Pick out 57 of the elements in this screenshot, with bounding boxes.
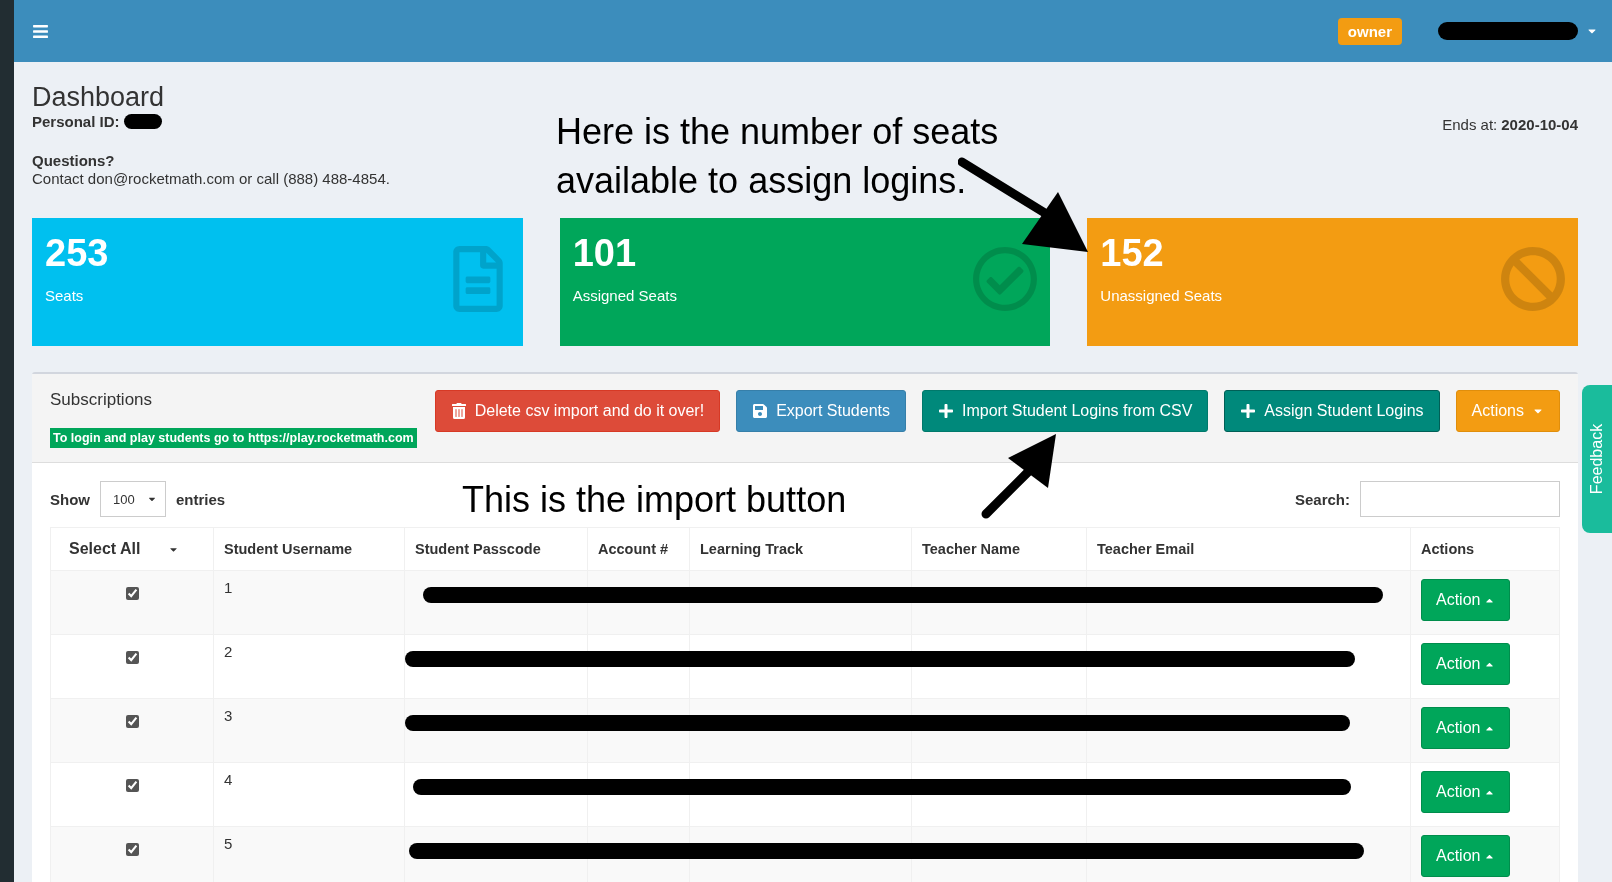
stat-value: 101	[572, 232, 637, 275]
end-date-label: Ends at:	[1442, 116, 1498, 133]
role-badge: owner	[1337, 17, 1402, 45]
column-header: Teacher Email	[1086, 527, 1411, 571]
save-icon	[752, 403, 769, 419]
column-header: Teacher Name	[911, 527, 1087, 571]
table-cell: 4	[224, 771, 233, 788]
action-button[interactable]: Action	[1421, 835, 1511, 877]
table-cell: 3	[224, 707, 233, 724]
row-checkbox[interactable]	[125, 587, 139, 600]
column-header: Student Passcode	[404, 527, 588, 571]
entries-label: entries	[176, 490, 226, 508]
show-label: Show	[50, 490, 90, 508]
page-size-select[interactable]: 100	[100, 481, 166, 517]
export-button[interactable]: Export Students	[736, 390, 906, 432]
trash-icon	[450, 403, 467, 419]
column-header: Account #	[587, 527, 690, 571]
table-cell: 2	[224, 643, 233, 660]
end-date: 2020-10-04	[1501, 116, 1578, 133]
stat-value: 253	[45, 232, 109, 275]
plus-icon	[938, 403, 954, 419]
action-button[interactable]: Action	[1421, 707, 1511, 749]
redaction-mark	[123, 114, 162, 129]
row-checkbox[interactable]	[125, 651, 139, 664]
search-label: Search:	[1294, 490, 1350, 508]
import-button[interactable]: Import Student Logins from CSV	[922, 390, 1209, 432]
search-field[interactable]	[1360, 481, 1560, 517]
annotation-text: This is the import button	[462, 478, 847, 522]
assign-button[interactable]: Assign Student Logins	[1224, 390, 1440, 432]
stat-label: Unassigned Seats	[1100, 287, 1223, 304]
menu-icon[interactable]	[32, 22, 49, 40]
column-header: Actions	[1410, 527, 1560, 571]
feedback-tab[interactable]: Feedback	[1582, 385, 1612, 533]
personal-id-label: Personal ID:	[32, 113, 120, 130]
ban-icon	[1500, 246, 1566, 312]
page-title: Dashboard	[32, 82, 166, 113]
row-checkbox[interactable]	[125, 779, 139, 792]
questions-heading: Questions?	[32, 152, 115, 169]
row-checkbox[interactable]	[125, 843, 139, 856]
plus-icon	[1240, 403, 1257, 419]
table-cell: 1	[224, 579, 233, 596]
action-button[interactable]: Action	[1421, 771, 1511, 813]
stat-value: 152	[1100, 232, 1164, 275]
stat-label: Assigned Seats	[572, 287, 677, 304]
column-header: Student Username	[213, 527, 405, 571]
action-button[interactable]: Action	[1421, 643, 1511, 685]
action-button[interactable]: Action	[1421, 579, 1511, 621]
annotation-text: Here is the number of seats available to assign logins.	[556, 110, 1000, 203]
row-checkbox[interactable]	[125, 715, 139, 728]
stat-label: Seats	[45, 287, 84, 304]
table-cell: 5	[224, 835, 233, 852]
column-header: Learning Track	[689, 527, 912, 571]
dropdown-button[interactable]: Actions	[1455, 390, 1560, 432]
panel-title: Subscriptions	[50, 390, 153, 410]
delete-button[interactable]: Delete csv import and do it over!	[434, 390, 721, 432]
login-notice: To login and play students go to https://play.rocketmath.com	[50, 428, 417, 448]
contact-text: Contact don@rocketmath.com or call (888) 488-4854.	[32, 170, 390, 187]
